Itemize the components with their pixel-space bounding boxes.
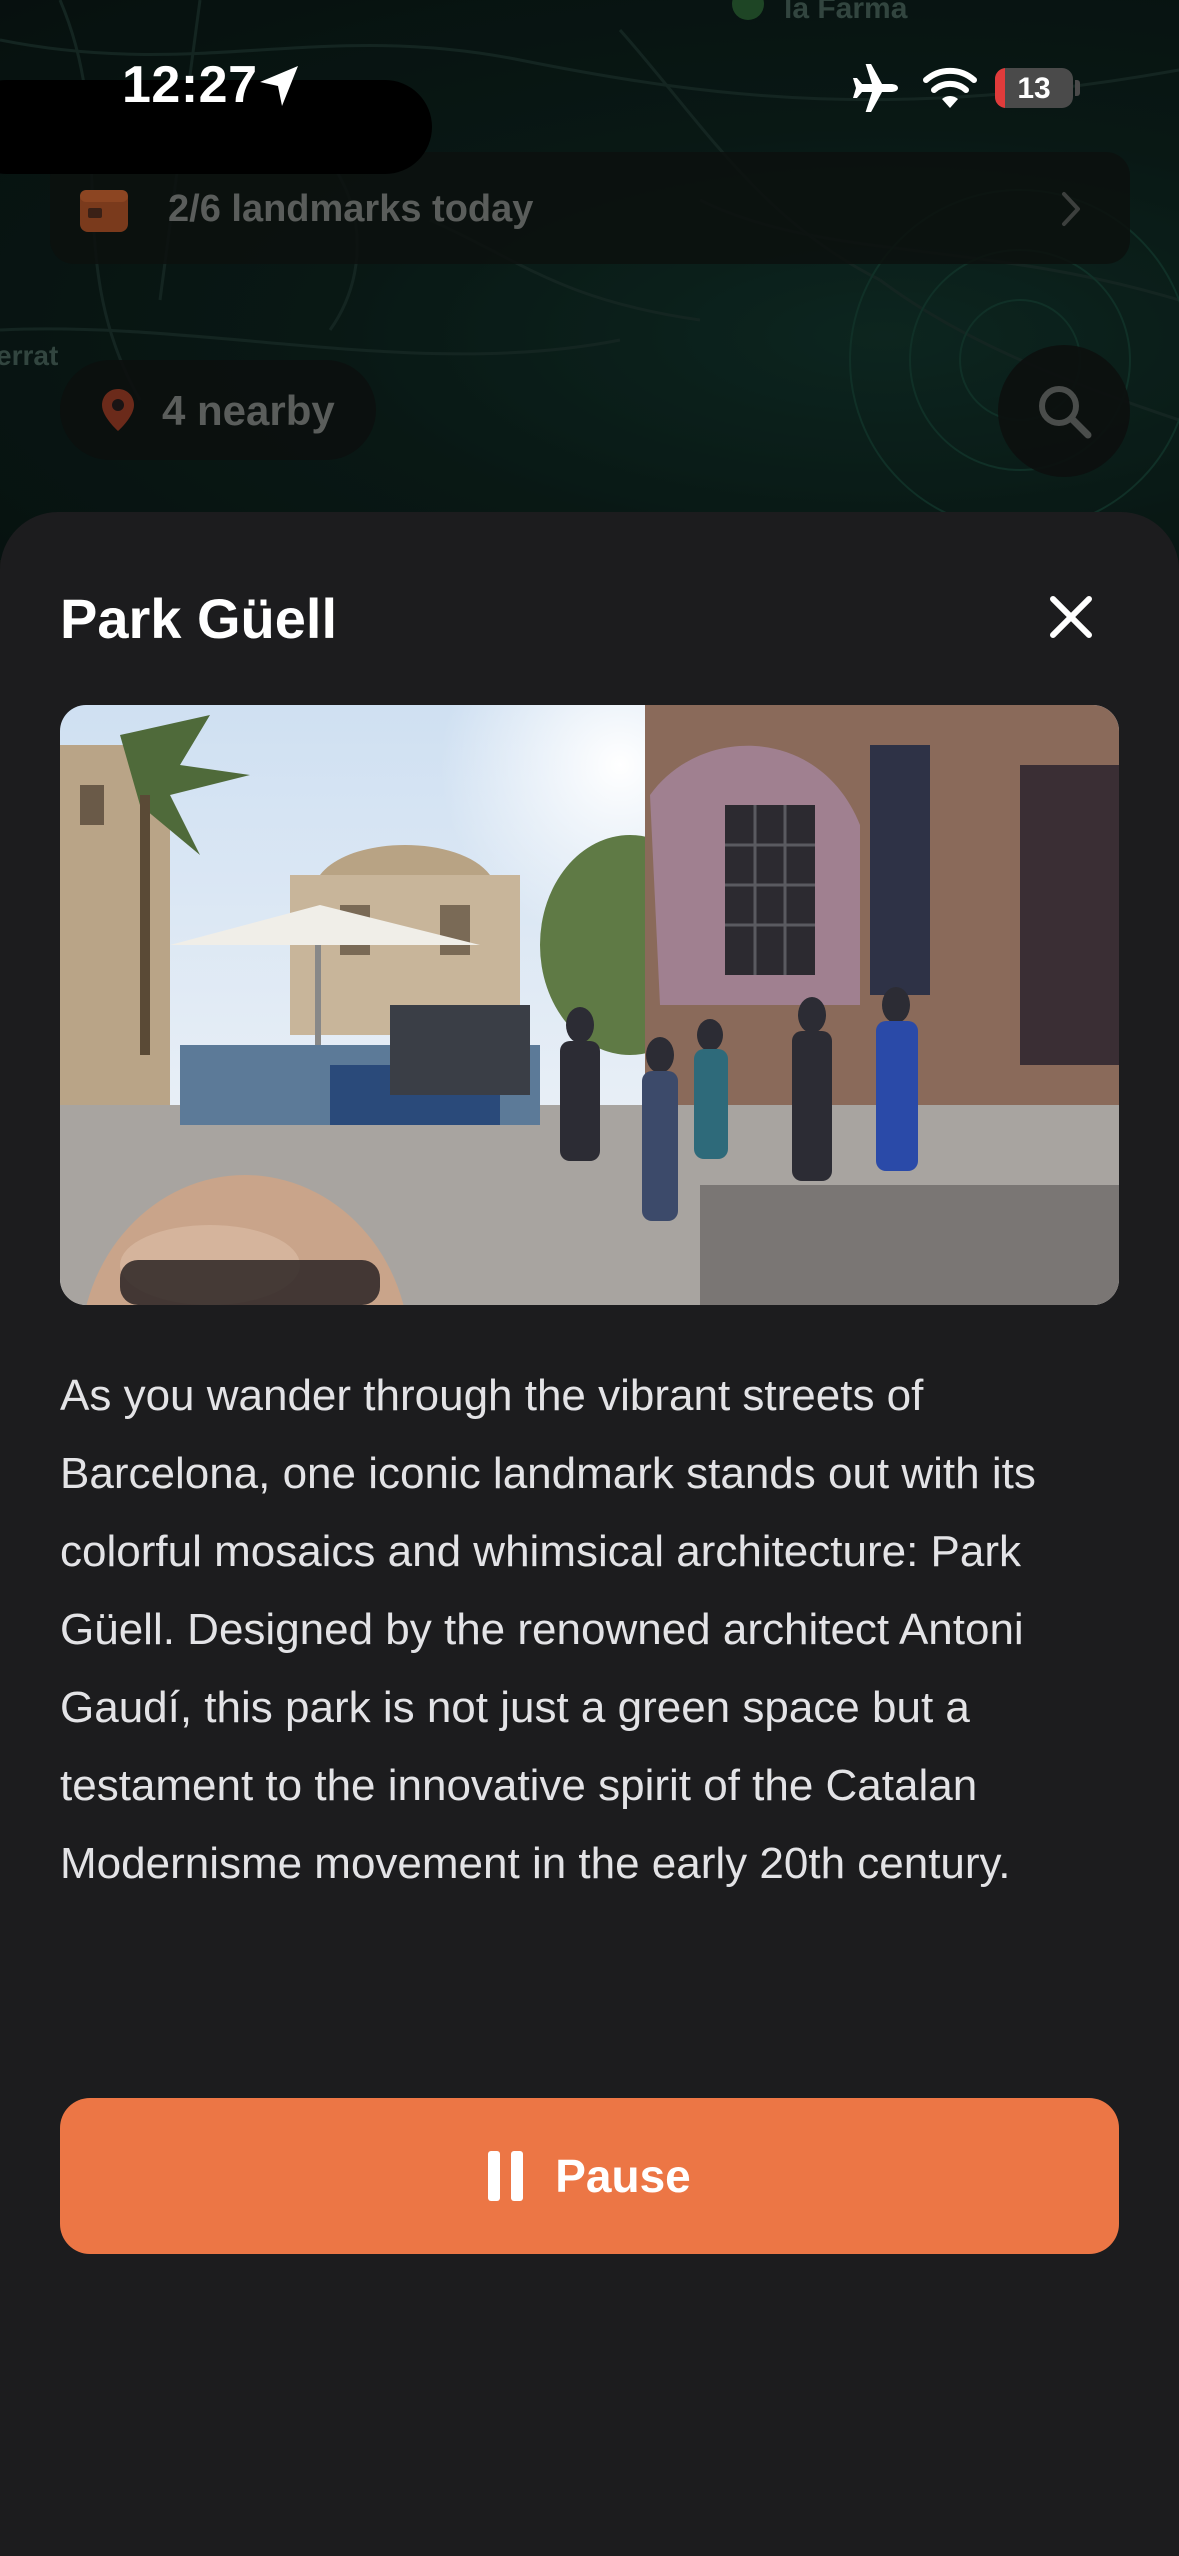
pause-button[interactable]: Pause [60, 2098, 1119, 2254]
nearby-count-label: 4 nearby [162, 387, 335, 434]
nearby-chip[interactable]: 4 nearby [60, 360, 376, 460]
wifi-icon [923, 67, 977, 108]
pause-label: Pause [555, 2150, 691, 2202]
battery-nub [1075, 80, 1080, 96]
close-button[interactable] [1036, 582, 1106, 652]
airplane-icon [853, 64, 898, 112]
status-bar: 12:27 13 [0, 0, 1179, 174]
battery-level-text: 13 [1017, 72, 1051, 105]
location-arrow-icon [260, 66, 298, 106]
landmark-detail-sheet: Park Güell As you wander through the vib… [0, 512, 1179, 2556]
battery-icon: 13 [995, 68, 1073, 108]
calendar-icon [80, 190, 128, 232]
pause-icon [488, 2151, 524, 2201]
landmark-description: As you wander through the vibrant street… [60, 1371, 1036, 1888]
landmark-photo [60, 705, 1119, 1305]
screen: la Farma errat 2/6 landmarks today 4 nea… [0, 0, 1179, 2556]
landmarks-progress-text: 2/6 landmarks today [168, 188, 534, 230]
search-icon [1039, 386, 1092, 439]
close-icon [1050, 596, 1092, 638]
map-pin-icon [102, 389, 134, 431]
status-time: 12:27 [122, 56, 258, 114]
search-button[interactable] [998, 345, 1130, 477]
chevron-right-icon [1062, 192, 1080, 226]
landmark-title: Park Güell [60, 587, 338, 650]
